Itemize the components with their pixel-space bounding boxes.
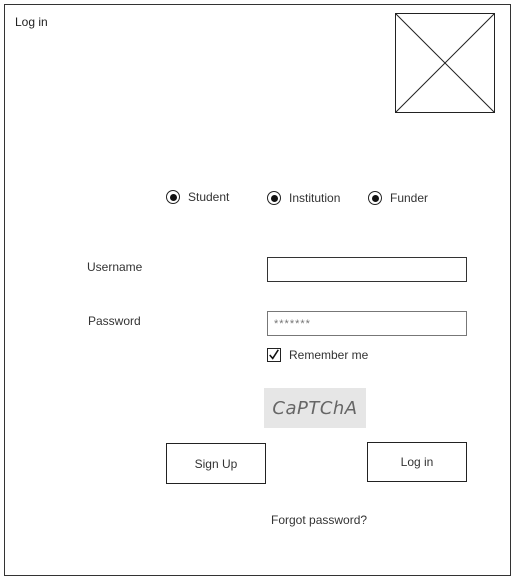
remember-me-label: Remember me xyxy=(289,348,369,362)
radio-institution-label: Institution xyxy=(289,191,341,205)
captcha-image: CaPTChA xyxy=(264,388,366,428)
username-label: Username xyxy=(87,260,143,274)
radio-funder-label: Funder xyxy=(390,191,429,205)
radio-selected-icon xyxy=(166,190,180,204)
radio-funder[interactable]: Funder xyxy=(368,191,428,205)
radio-selected-icon xyxy=(267,191,281,205)
radio-institution[interactable]: Institution xyxy=(267,191,340,205)
checkmark-icon xyxy=(267,348,281,362)
log-in-button[interactable]: Log in xyxy=(367,442,467,482)
password-label: Password xyxy=(88,314,141,328)
radio-student[interactable]: Student xyxy=(166,190,229,204)
username-field[interactable] xyxy=(267,257,467,282)
image-placeholder-icon xyxy=(395,13,495,113)
page-title: Log in xyxy=(15,15,48,29)
password-field[interactable] xyxy=(267,311,467,336)
radio-selected-icon xyxy=(368,191,382,205)
remember-me-checkbox[interactable]: Remember me xyxy=(267,348,368,362)
sign-up-button[interactable]: Sign Up xyxy=(166,443,266,484)
captcha-text: CaPTChA xyxy=(272,397,358,419)
radio-student-label: Student xyxy=(188,190,230,204)
forgot-password-link[interactable]: Forgot password? xyxy=(271,513,367,527)
